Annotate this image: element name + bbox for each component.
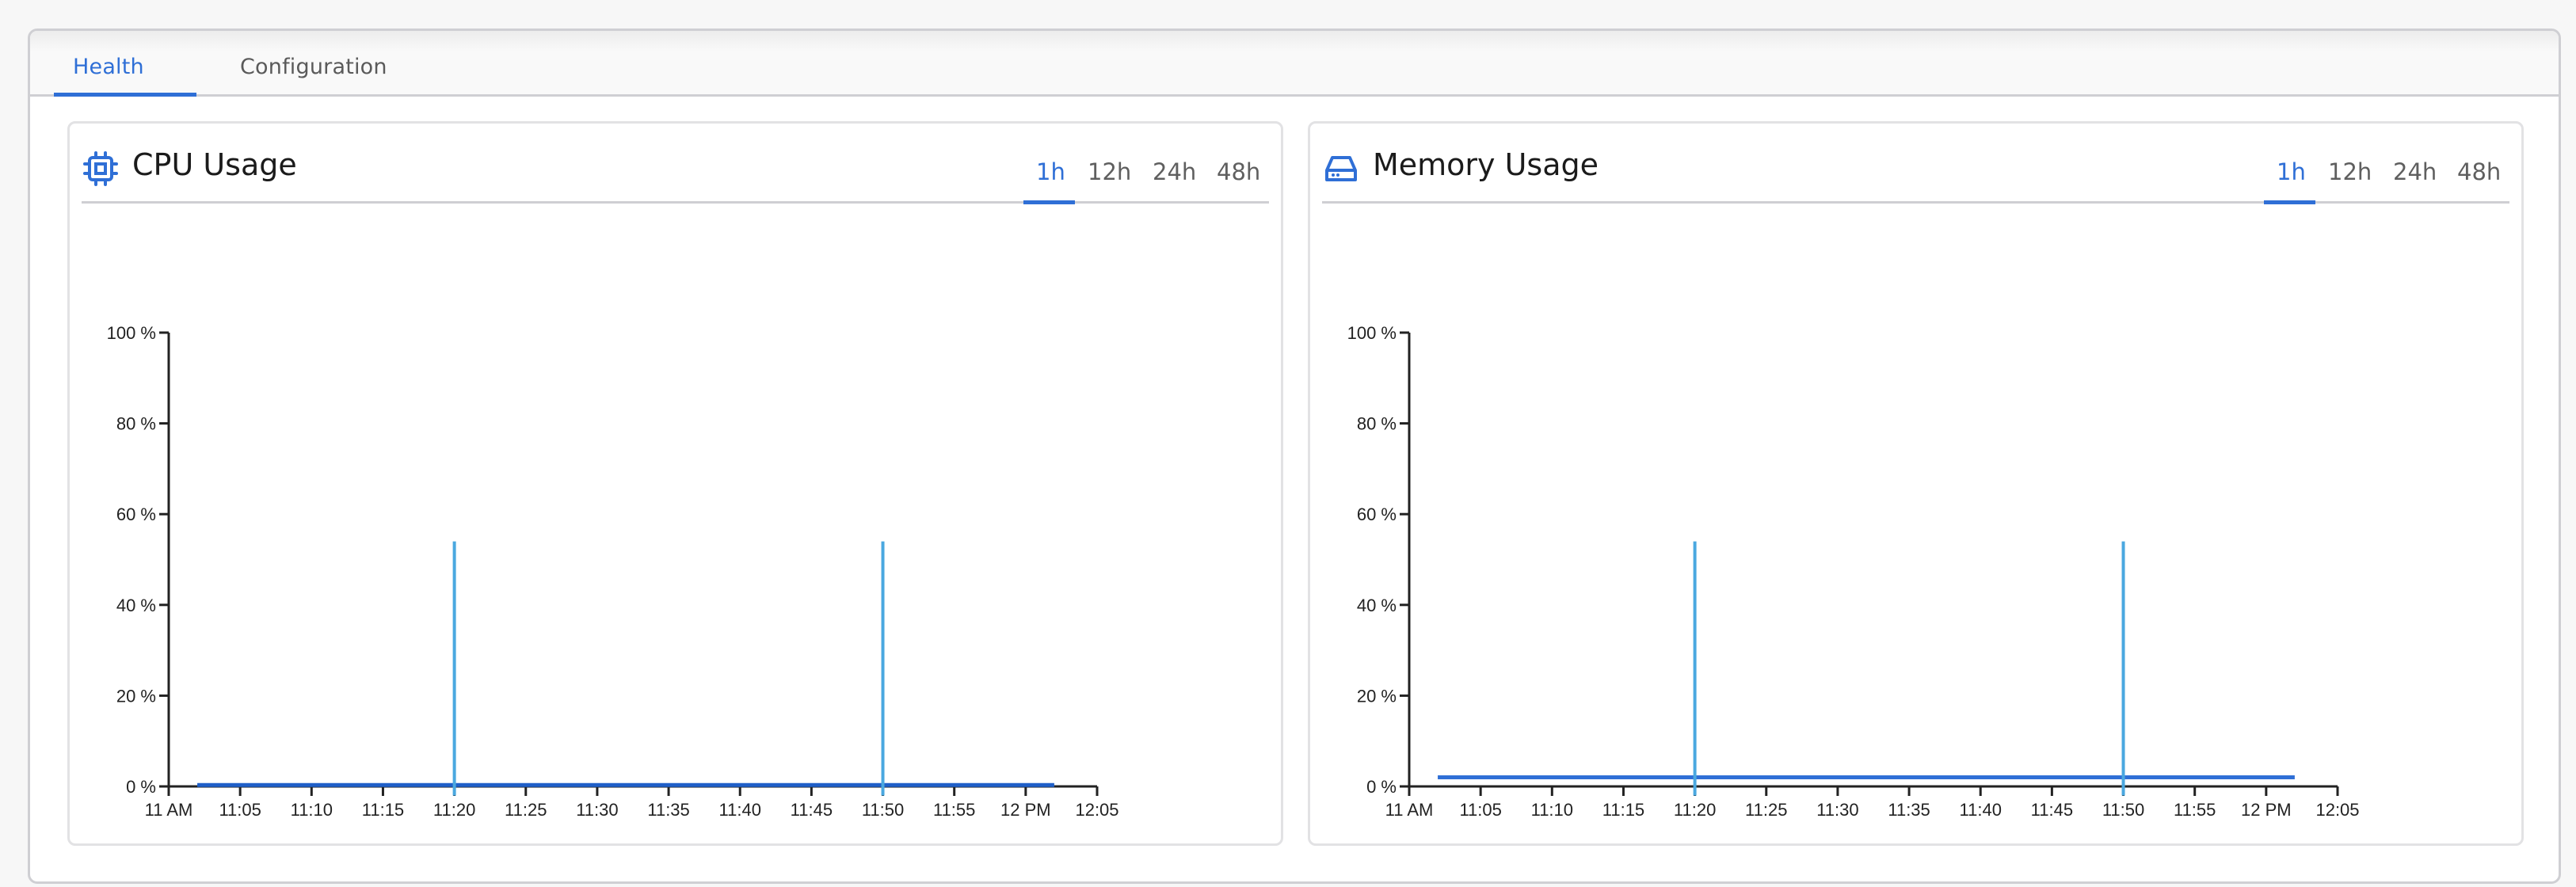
tab-bar: Health Configuration — [30, 31, 2559, 97]
x-tick-label: 11:30 — [1816, 800, 1858, 820]
x-tick-label: 11:25 — [1745, 800, 1787, 820]
x-tick-label: 12 PM — [2241, 800, 2292, 820]
x-tick-label: 11:25 — [505, 800, 547, 820]
y-tick-label: 0 % — [126, 777, 156, 797]
x-tick-label: 12 PM — [1000, 800, 1051, 820]
y-tick-label: 40 % — [116, 596, 156, 615]
y-tick-label: 100 % — [107, 323, 156, 343]
x-tick-label: 11:40 — [1960, 800, 2002, 820]
health-panel: Health Configuration CPU Usage 1h 12h 24… — [28, 29, 2561, 884]
x-tick-label: 11:20 — [433, 800, 475, 820]
x-tick-label: 11:35 — [647, 800, 689, 820]
x-tick-label: 11:15 — [1602, 800, 1644, 820]
x-tick-label: 11:05 — [1459, 800, 1501, 820]
x-tick-label: 11:10 — [1531, 800, 1573, 820]
memory-usage-card: Memory Usage 1h 12h 24h 48h 0 % 20 % 40 % 6… — [1308, 121, 2524, 846]
y-tick-label: 40 % — [1357, 596, 1397, 615]
x-tick-label: 11:55 — [2174, 800, 2216, 820]
y-tick-label: 60 % — [1357, 504, 1397, 524]
y-tick-label: 20 % — [116, 686, 156, 706]
active-tab-indicator — [54, 93, 196, 97]
x-tick-label: 11:15 — [362, 800, 404, 820]
tab-health[interactable]: Health — [73, 55, 144, 79]
x-tick-label: 11:45 — [2031, 800, 2073, 820]
x-tick-label: 11:05 — [219, 800, 261, 820]
x-tick-label: 12:05 — [1075, 800, 1118, 820]
y-tick-label: 0 % — [1366, 777, 1397, 797]
y-tick-label: 100 % — [1347, 323, 1397, 343]
cpu-usage-chart: 0 % 20 % 40 % 60 % 80 % 100 % 11 AM 11:05 11:10 1… — [107, 323, 1119, 820]
x-tick-label: 11 AM — [145, 800, 193, 820]
y-tick-label: 20 % — [1357, 686, 1397, 706]
x-tick-label: 11:55 — [933, 800, 975, 820]
x-tick-label: 11 AM — [1385, 800, 1434, 820]
y-tick-label: 80 % — [116, 414, 156, 434]
x-tick-label: 12:05 — [2315, 800, 2359, 820]
x-tick-label: 11:30 — [576, 800, 618, 820]
x-tick-label: 11:40 — [719, 800, 761, 820]
x-tick-label: 11:50 — [2102, 800, 2144, 820]
x-tick-label: 11:45 — [791, 800, 833, 820]
tab-configuration[interactable]: Configuration — [240, 55, 387, 79]
y-tick-label: 60 % — [116, 504, 156, 524]
memory-usage-chart: 0 % 20 % 40 % 60 % 80 % 100 % 11 AM 11:05 11:10 1… — [1347, 323, 2360, 820]
cpu-usage-card: CPU Usage 1h 12h 24h 48h 0 % 20 % 40 % 60 %… — [67, 121, 1283, 846]
x-tick-label: 11:35 — [1888, 800, 1930, 820]
x-tick-label: 11:10 — [291, 800, 333, 820]
x-tick-label: 11:50 — [862, 800, 904, 820]
x-tick-label: 11:20 — [1674, 800, 1716, 820]
y-tick-label: 80 % — [1357, 414, 1397, 434]
